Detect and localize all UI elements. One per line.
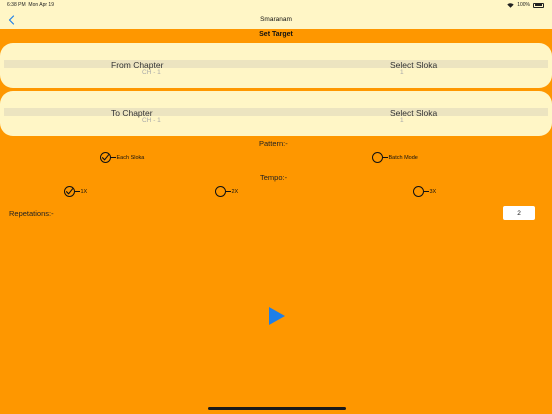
option-label: 3X [429, 188, 437, 195]
pattern-option-batch-mode[interactable]: Batch Mode [372, 152, 418, 163]
from-sloka-label[interactable]: Select Sloka [390, 60, 437, 70]
unchecked-circle-icon[interactable] [372, 152, 383, 163]
checked-circle-icon[interactable] [64, 186, 75, 197]
from-picker[interactable]: From Chapter CH - 1 Select Sloka 1 [0, 43, 552, 88]
to-picker[interactable]: To Chapter CH - 1 Select Sloka 1 [0, 91, 552, 136]
nav-bar: Smaranam [0, 10, 552, 29]
option-dash [111, 157, 116, 158]
from-chapter-value[interactable]: CH - 1 [142, 69, 161, 76]
status-time: 6:38 PM Mon Apr 19 [7, 2, 54, 8]
section-title: Set Target [259, 31, 293, 38]
repetitions-label: Repetations:- [9, 209, 54, 218]
checked-circle-icon[interactable] [100, 152, 111, 163]
from-sloka-value[interactable]: 1 [400, 69, 404, 76]
to-chapter-value[interactable]: CH - 1 [142, 117, 161, 124]
tempo-label: Tempo:- [260, 173, 288, 182]
option-dash [383, 157, 388, 158]
nav-title: Smaranam [260, 16, 292, 23]
option-label: 1X [80, 188, 88, 195]
pattern-option-each-sloka[interactable]: Each Sloka [100, 152, 144, 163]
option-dash [75, 191, 80, 192]
option-dash [424, 191, 429, 192]
unchecked-circle-icon[interactable] [215, 186, 226, 197]
tempo-option-1x[interactable]: 1X [64, 186, 87, 197]
unchecked-circle-icon[interactable] [413, 186, 424, 197]
to-sloka-value[interactable]: 1 [400, 117, 404, 124]
option-dash [226, 191, 231, 192]
option-label: Each Sloka [116, 154, 145, 161]
home-indicator[interactable] [208, 407, 346, 410]
status-bar: 6:38 PM Mon Apr 19 100% [0, 0, 552, 10]
repetitions-input[interactable]: 2 [503, 206, 535, 220]
tempo-option-2x[interactable]: 2X [215, 186, 238, 197]
option-label: Batch Mode [388, 154, 418, 161]
play-icon[interactable] [268, 306, 286, 326]
battery-percent: 100% [517, 2, 530, 8]
wifi-icon [507, 2, 514, 8]
to-sloka-label[interactable]: Select Sloka [390, 108, 437, 118]
option-label: 2X [231, 188, 239, 195]
battery-icon [533, 2, 544, 8]
picker-selection-band [4, 60, 548, 68]
pattern-label: Pattern:- [259, 139, 288, 148]
tempo-option-3x[interactable]: 3X [413, 186, 436, 197]
status-right: 100% [507, 2, 544, 8]
picker-selection-band [4, 108, 548, 116]
